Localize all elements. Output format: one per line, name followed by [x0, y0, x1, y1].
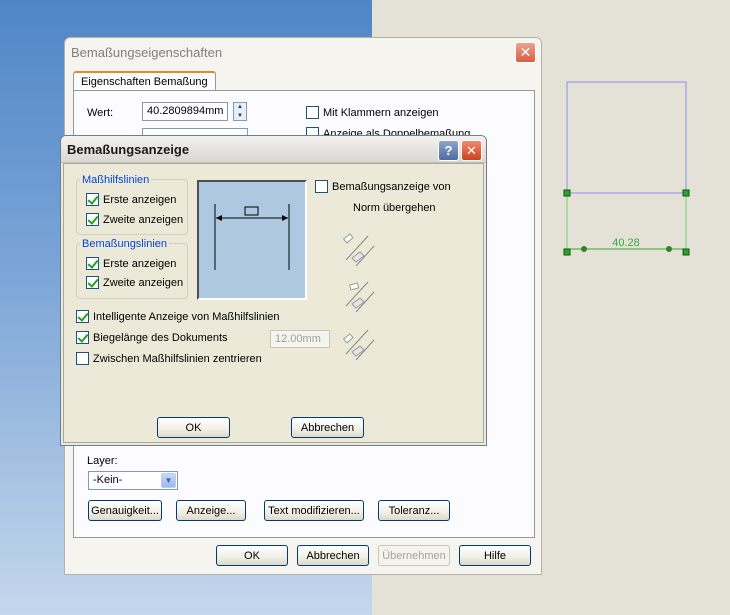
zentrieren-label: Zwischen Maßhilfslinien zentrieren [93, 352, 262, 365]
toleranz-button[interactable]: Toleranz... [378, 500, 450, 521]
dimension-arrow-1-icon [342, 233, 375, 266]
anzeige-button[interactable]: Anzeige... [176, 500, 246, 521]
dialog-body: Maßhilfslinien Erste anzeigen Zweite anz… [63, 163, 484, 443]
ok-button[interactable]: OK [157, 417, 230, 438]
sketch-rectangle-top[interactable] [566, 81, 687, 194]
chevron-down-icon[interactable]: ▼ [161, 473, 176, 488]
dimension-preview [197, 180, 307, 300]
biegelaenge-row[interactable]: Biegelänge des Dokuments [76, 331, 228, 344]
extension-lines-group [76, 179, 188, 235]
hilfs-first-label: Erste anzeigen [103, 193, 177, 206]
zentrieren-checkbox[interactable] [76, 352, 89, 365]
cancel-button[interactable]: Abbrechen [297, 545, 369, 566]
dimension-arrow-point [666, 246, 672, 252]
dimension-value-label[interactable]: 40.28 [612, 237, 640, 249]
intelligente-row[interactable]: Intelligente Anzeige von Maßhilfslinien [76, 310, 280, 323]
norm-label: Bemaßungsanzeige von [332, 180, 451, 193]
tab-dimension-properties[interactable]: Eigenschaften Bemaßung [73, 71, 216, 91]
sketch-point[interactable] [563, 189, 571, 197]
dimension-lines-group-title: Bemaßungslinien [80, 238, 169, 250]
hilfs-first-row[interactable]: Erste anzeigen [86, 193, 176, 206]
spin-up-icon[interactable]: ▲ [234, 103, 246, 112]
dialog-title: Bemaßungsanzeige [67, 142, 190, 157]
layer-label: Layer: [87, 455, 118, 467]
dialog-titlebar[interactable]: Bemaßungsanzeige ? ✕ [61, 136, 486, 163]
dimension-preview-drawing [214, 204, 290, 270]
layer-select[interactable]: -Kein- ▼ [88, 471, 178, 490]
sketch-canvas[interactable]: 40.28 [540, 60, 730, 290]
bem-second-checkbox[interactable] [86, 276, 99, 289]
dimension-display-dialog: Bemaßungsanzeige ? ✕ Maßhilfslinien Erst… [60, 135, 487, 446]
hilfs-second-checkbox[interactable] [86, 213, 99, 226]
mit-klammern-label: Mit Klammern anzeigen [323, 106, 439, 119]
intelligente-checkbox[interactable] [76, 310, 89, 323]
close-icon: ✕ [466, 142, 477, 158]
dimension-arrow-point [581, 246, 587, 252]
hilfs-second-row[interactable]: Zweite anzeigen [86, 213, 183, 226]
cancel-button[interactable]: Abbrechen [291, 417, 364, 438]
value-spinner[interactable]: ▲ ▼ [233, 102, 247, 121]
bem-first-label: Erste anzeigen [103, 257, 177, 270]
value-label: Wert: [87, 107, 114, 119]
norm-checkbox[interactable] [315, 180, 328, 193]
value-field[interactable]: 40.2809894mm [142, 102, 228, 121]
sketch-point[interactable] [682, 189, 690, 197]
mit-klammern-row[interactable]: Mit Klammern anzeigen [306, 106, 439, 119]
apply-button[interactable]: Übernehmen [378, 545, 450, 566]
ok-button[interactable]: OK [216, 545, 288, 566]
help-button[interactable]: ? [438, 140, 459, 161]
tab-label: Eigenschaften Bemaßung [81, 76, 208, 88]
bem-first-checkbox[interactable] [86, 257, 99, 270]
biegelaenge-checkbox[interactable] [76, 331, 89, 344]
extension-lines-group-title: Maßhilfslinien [80, 174, 152, 186]
bem-second-label: Zweite anzeigen [103, 276, 184, 289]
sketch-point[interactable] [682, 248, 690, 256]
text-modifizieren-button[interactable]: Text modifizieren... [264, 500, 364, 521]
norm-label-line2: Norm übergehen [353, 202, 436, 214]
zentrieren-row[interactable]: Zwischen Maßhilfslinien zentrieren [76, 352, 262, 365]
norm-row[interactable]: Bemaßungsanzeige von [315, 180, 451, 193]
dimension-lines-group [76, 243, 188, 299]
dialog-title: Bemaßungseigenschaften [71, 45, 223, 60]
close-button[interactable]: ✕ [515, 42, 536, 63]
value-text: 40.2809894mm [147, 105, 224, 117]
biegelaenge-value: 12.00mm [275, 333, 321, 345]
sketch-point[interactable] [563, 248, 571, 256]
question-mark-icon: ? [444, 143, 453, 158]
spin-down-icon[interactable]: ▼ [234, 112, 246, 121]
help-button[interactable]: Hilfe [459, 545, 531, 566]
dimension-arrow-2-icon [345, 281, 375, 312]
bem-first-row[interactable]: Erste anzeigen [86, 257, 176, 270]
hilfs-second-label: Zweite anzeigen [103, 213, 184, 226]
close-button[interactable]: ✕ [461, 140, 482, 161]
close-icon: ✕ [519, 44, 532, 60]
mit-klammern-checkbox[interactable] [306, 106, 319, 119]
hilfs-first-checkbox[interactable] [86, 193, 99, 206]
genauigkeit-button[interactable]: Genauigkeit... [88, 500, 162, 521]
bem-second-row[interactable]: Zweite anzeigen [86, 276, 183, 289]
biegelaenge-field[interactable]: 12.00mm [270, 330, 330, 348]
dimension-arrow-3-icon [342, 329, 375, 360]
layer-value: -Kein- [93, 474, 123, 486]
intelligente-label: Intelligente Anzeige von Maßhilfslinien [93, 310, 280, 323]
biegelaenge-label: Biegelänge des Dokuments [93, 331, 228, 344]
